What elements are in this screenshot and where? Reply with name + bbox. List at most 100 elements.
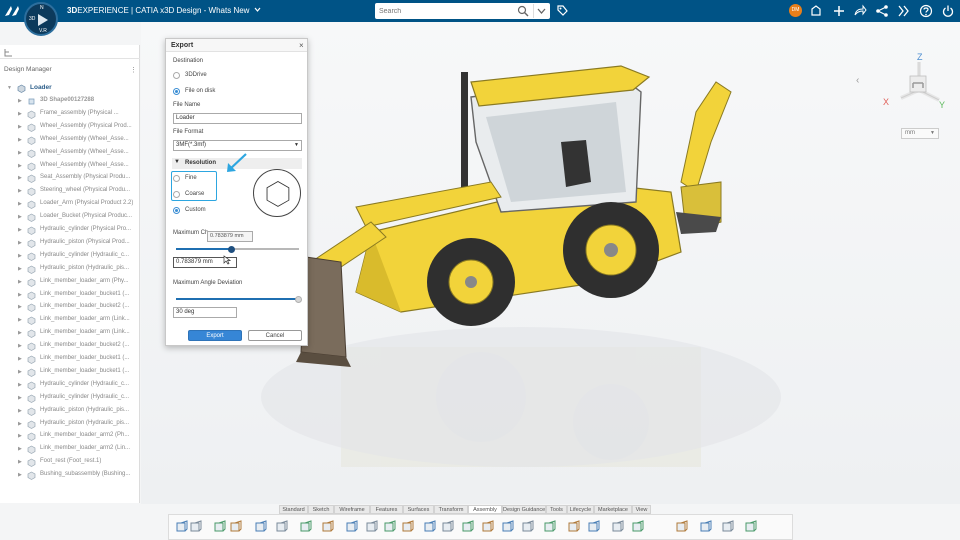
tree-item[interactable]: ▶ Frame_assembly (Physical ... <box>0 108 140 121</box>
file-format-select[interactable]: 3MF(*.3mf) ▼ <box>173 140 302 151</box>
gear-icon[interactable] <box>275 520 289 534</box>
search-icon[interactable] <box>517 5 529 17</box>
tree-item[interactable]: ▶ 3D Shape00127288 <box>0 95 140 108</box>
tree-item[interactable]: ▶ Link_member_loader_arm2 (Ph... <box>0 430 140 443</box>
tab-lifecycle[interactable]: Lifecycle <box>567 505 594 514</box>
expand-arrow-icon[interactable]: ▶ <box>18 369 22 375</box>
share-arrow-icon[interactable] <box>853 4 867 18</box>
explode-icon[interactable] <box>501 520 515 534</box>
radio-custom[interactable] <box>173 207 180 214</box>
tree-item[interactable]: ▶ Link_member_loader_bucket2 (... <box>0 301 140 314</box>
expand-arrow-icon[interactable]: ▶ <box>18 175 22 181</box>
unit-dropdown[interactable]: mm ▼ <box>901 128 939 139</box>
collapse-icon[interactable] <box>175 520 189 534</box>
tab-view[interactable]: View <box>632 505 651 514</box>
max-angle-field[interactable]: 30 deg <box>173 307 237 318</box>
tree-item[interactable]: ▶ Link_member_loader_bucket1 (... <box>0 353 140 366</box>
expand-arrow-icon[interactable]: ▶ <box>18 472 22 478</box>
expand-arrow-icon[interactable]: ▶ <box>18 111 22 117</box>
expand-arrow-icon[interactable]: ▶ <box>18 214 22 220</box>
expand-arrow-icon[interactable]: ▶ <box>18 408 22 414</box>
tree-item[interactable]: ▶ Wheel_Assembly (Physical Prod... <box>0 121 140 134</box>
redo-icon[interactable] <box>321 520 335 534</box>
tree-item[interactable]: ▶ Hydraulic_cylinder (Hydraulic_c... <box>0 392 140 405</box>
group-icon[interactable] <box>631 520 645 534</box>
tree-item[interactable]: ▶ Steering_wheel (Physical Produ... <box>0 185 140 198</box>
assembly-icon[interactable] <box>383 520 397 534</box>
link-icon[interactable] <box>461 520 475 534</box>
search-scope-dropdown[interactable] <box>533 4 548 18</box>
box-icon[interactable] <box>213 520 227 534</box>
structure-icon[interactable] <box>254 520 268 534</box>
expand-arrow-icon[interactable]: ▶ <box>18 227 22 233</box>
pattern-icon[interactable] <box>543 520 557 534</box>
tree-item[interactable]: ▶ Hydraulic_cylinder (Hydraulic_c... <box>0 379 140 392</box>
undo-icon[interactable] <box>299 520 313 534</box>
expand-arrow-icon[interactable]: ▶ <box>18 201 22 207</box>
tab-marketplace[interactable]: Marketplace <box>594 505 632 514</box>
view-cube[interactable]: Z X Y <box>877 50 952 112</box>
tree-icon[interactable] <box>4 48 13 57</box>
expand-arrow-icon[interactable]: ▶ <box>18 433 22 439</box>
tab-standard[interactable]: Standard <box>279 505 308 514</box>
tree-item[interactable]: ▶ Hydraulic_piston (Hydraulic_pis... <box>0 405 140 418</box>
radio-coarse[interactable] <box>173 191 180 198</box>
expand-arrow-icon[interactable]: ▶ <box>18 98 22 104</box>
search-box[interactable] <box>375 3 550 19</box>
interference-icon[interactable] <box>587 520 601 534</box>
tree-item[interactable]: ▶ Wheel_Assembly (Wheel_Asse... <box>0 160 140 173</box>
close-icon[interactable]: × <box>299 41 304 50</box>
tree-item[interactable]: ▶ Hydraulic_piston (Hydraulic_pis... <box>0 263 140 276</box>
expand-arrow-icon[interactable]: ▶ <box>18 279 22 285</box>
tree-item[interactable]: ▶ Wheel_Assembly (Wheel_Asse... <box>0 134 140 147</box>
expand-arrow-icon[interactable]: ▶ <box>18 343 22 349</box>
expand-arrow-icon[interactable]: ▼ <box>7 85 12 91</box>
tree-item[interactable]: ▶ Link_member_loader_bucket2 (... <box>0 340 140 353</box>
flexible-icon[interactable] <box>567 520 581 534</box>
tab-sketch[interactable]: Sketch <box>308 505 334 514</box>
measure-icon[interactable] <box>699 520 713 534</box>
magnet-icon[interactable] <box>365 520 379 534</box>
radio-file-on-disk[interactable] <box>173 88 180 95</box>
expand-arrow-icon[interactable]: ▶ <box>18 150 22 156</box>
engineering-icon[interactable] <box>481 520 495 534</box>
tree-item[interactable]: ▶ Hydraulic_piston (Hydraulic_pis... <box>0 418 140 431</box>
snap-icon[interactable] <box>401 520 415 534</box>
tag-icon[interactable] <box>556 4 568 18</box>
document-icon[interactable] <box>229 520 243 534</box>
tab-features[interactable]: Features <box>370 505 403 514</box>
expand-arrow-icon[interactable]: ▶ <box>18 163 22 169</box>
tab-assembly[interactable]: Assembly <box>468 505 502 514</box>
expand-arrow-icon[interactable]: ▶ <box>18 421 22 427</box>
expand-arrow-icon[interactable]: ▶ <box>18 124 22 130</box>
expand-arrow-icon[interactable]: ▶ <box>18 459 22 465</box>
constraint-icon[interactable] <box>423 520 437 534</box>
chevron-left-icon[interactable]: ‹ <box>856 76 864 86</box>
user-avatar[interactable]: DM <box>789 4 802 17</box>
cancel-button[interactable]: Cancel <box>248 330 302 341</box>
section-icon[interactable] <box>675 520 689 534</box>
kebab-menu-icon[interactable]: ⋮ <box>130 66 137 74</box>
publish-icon[interactable] <box>744 520 758 534</box>
tree-item[interactable]: ▶ Hydraulic_cylinder (Physical Pro... <box>0 224 140 237</box>
tree-item[interactable]: ▶ Link_member_loader_arm (Link... <box>0 327 140 340</box>
expand-arrow-icon[interactable]: ▶ <box>18 446 22 452</box>
expand-arrow-icon[interactable]: ▶ <box>18 188 22 194</box>
tree-item[interactable]: ▶ Wheel_Assembly (Wheel_Asse... <box>0 147 140 160</box>
tab-surfaces[interactable]: Surfaces <box>403 505 434 514</box>
export-button[interactable]: Export <box>188 330 242 341</box>
reorder-icon[interactable] <box>721 520 735 534</box>
expand-arrow-icon[interactable]: ▶ <box>18 266 22 272</box>
chord-slider-knob[interactable] <box>228 246 236 253</box>
search-input[interactable] <box>379 5 514 17</box>
expand-arrow-icon[interactable]: ▶ <box>18 317 22 323</box>
tab-transform[interactable]: Transform <box>434 505 468 514</box>
radio-3ddrive[interactable] <box>173 72 180 79</box>
tree-item[interactable]: ▶ Seat_Assembly (Physical Produ... <box>0 172 140 185</box>
tree-item[interactable]: ▶ Foot_rest (Foot_rest.1) <box>0 456 140 469</box>
tree-item[interactable]: ▶ Link_member_loader_arm2 (Lin... <box>0 443 140 456</box>
help-icon[interactable] <box>919 4 933 18</box>
tree-item[interactable]: ▶ Loader_Bucket (Physical Produc... <box>0 211 140 224</box>
cube-icon[interactable] <box>189 520 203 534</box>
tree-item[interactable]: ▶ Link_member_loader_arm (Link... <box>0 314 140 327</box>
